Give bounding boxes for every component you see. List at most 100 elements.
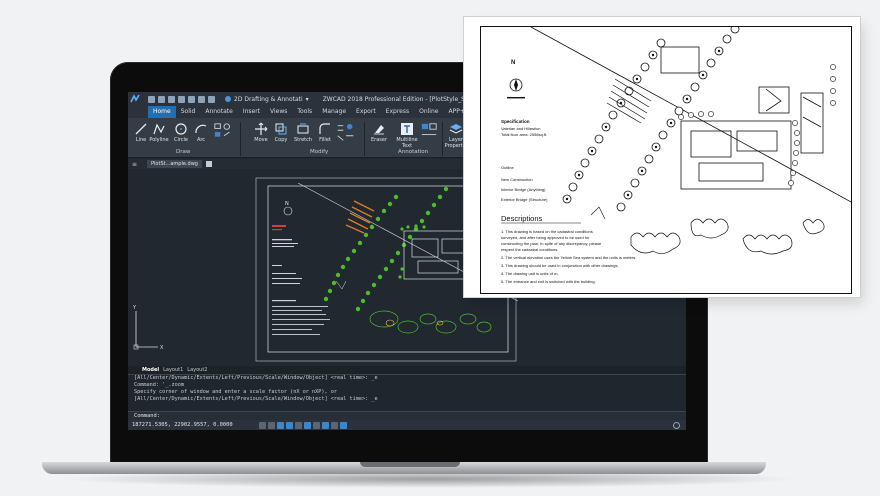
printed-drawing-sheet: N Specification Valerian and Hillestion … bbox=[463, 16, 861, 298]
eraser-button[interactable]: Eraser bbox=[370, 122, 388, 143]
command-history-line: [All/Center/Dynamic/Extents/Left/Previou… bbox=[134, 375, 378, 381]
tab-solid[interactable]: Solid bbox=[176, 106, 201, 118]
panel-divider bbox=[240, 122, 241, 156]
spec-line: Total floor area: 2558sq.ft. bbox=[501, 132, 548, 137]
tab-online[interactable]: Online bbox=[414, 106, 443, 118]
arc-icon bbox=[195, 124, 207, 134]
tab-layout2[interactable]: Layout2 bbox=[187, 367, 207, 373]
move-label: Move bbox=[254, 137, 268, 143]
layout-tab-bar: Model Layout1 Layout2 bbox=[128, 366, 686, 374]
line-label: Line bbox=[135, 137, 147, 143]
tab-home[interactable]: Home bbox=[148, 106, 176, 118]
grid-toggle-icon[interactable] bbox=[258, 421, 266, 429]
command-history-line: Command: '_.zoom bbox=[134, 382, 184, 388]
document-tab[interactable]: PlotSt...ample.dwg bbox=[147, 160, 202, 168]
status-bar: 187271.5305, 22902.9557, 0.0000 bbox=[128, 420, 686, 430]
stretch-button[interactable]: Stretch bbox=[294, 122, 312, 143]
window-title: ZWCAD 2018 Professional Edition - [PlotS… bbox=[322, 95, 480, 103]
spec-title: Specification bbox=[501, 119, 530, 124]
settings-icon[interactable] bbox=[673, 421, 680, 429]
polyline-button[interactable]: Polyline bbox=[149, 122, 169, 143]
polyline-icon bbox=[153, 123, 165, 135]
description-item: 2. The vertical elevation uses the Yello… bbox=[501, 255, 637, 260]
laptop-hinge-notch bbox=[360, 462, 460, 467]
text-icon bbox=[401, 123, 413, 135]
save-icon[interactable] bbox=[168, 95, 175, 103]
legend-new-construction: New Construction bbox=[501, 177, 533, 182]
description-item: 3. This drawing should be used in conjun… bbox=[501, 263, 619, 268]
dimension-icon bbox=[421, 123, 437, 136]
descriptions-heading: Descriptions bbox=[501, 214, 543, 223]
drawing-border: N Specification Valerian and Hillestion … bbox=[480, 26, 852, 294]
chevron-down-icon: ▾ bbox=[305, 95, 309, 103]
zwcad-logo-icon[interactable] bbox=[128, 92, 142, 106]
layers-icon bbox=[449, 124, 463, 134]
draw-panel-label: Draw bbox=[176, 149, 191, 155]
tab-export[interactable]: Export bbox=[351, 106, 381, 118]
dynamic-input-toggle-icon[interactable] bbox=[321, 421, 329, 429]
osnap-toggle-icon[interactable] bbox=[294, 421, 302, 429]
tab-manage[interactable]: Manage bbox=[317, 106, 351, 118]
tab-express[interactable]: Express bbox=[381, 106, 414, 118]
modify-tools-grid[interactable] bbox=[334, 122, 358, 144]
arc-button[interactable]: Arc bbox=[192, 122, 210, 143]
drafting-toggles bbox=[258, 421, 347, 429]
new-tab-icon[interactable] bbox=[205, 161, 212, 167]
fillet-label: Fillet bbox=[319, 137, 331, 143]
description-item: constructing the plan. In spite of any d… bbox=[501, 241, 602, 246]
multiline-text-button[interactable]: Multiline Text bbox=[396, 122, 418, 149]
tab-views[interactable]: Views bbox=[265, 106, 292, 118]
gear-icon bbox=[225, 96, 231, 102]
command-input[interactable]: Command: bbox=[128, 411, 686, 420]
annotation-tools-grid[interactable] bbox=[418, 122, 440, 140]
command-history-line: Specify corner of window and enter a sca… bbox=[134, 389, 338, 395]
quick-access-toolbar bbox=[148, 95, 215, 103]
draw-tools-grid[interactable] bbox=[212, 122, 236, 144]
copy-label: Copy bbox=[274, 137, 288, 143]
stretch-icon bbox=[297, 123, 309, 134]
annotation-panel-label: Annotation bbox=[398, 149, 429, 155]
modify-tools-icon bbox=[337, 123, 354, 141]
north-label: N bbox=[511, 60, 516, 66]
description-item: 5. The entrance and exit is switched wit… bbox=[501, 279, 596, 284]
legend-exterior-bridge: Exterior Bridge (Structure) bbox=[501, 197, 548, 202]
shape-tools-icon bbox=[214, 123, 230, 137]
save-as-icon[interactable] bbox=[178, 95, 185, 103]
menu-icon[interactable]: ≡ bbox=[132, 161, 137, 168]
description-item: 4. The drawing unit is units of m. bbox=[501, 271, 559, 276]
circle-label: Circle bbox=[173, 137, 189, 143]
otrack-toggle-icon[interactable] bbox=[303, 421, 311, 429]
workspace-select[interactable]: 2D Drafting & Annotati ▾ bbox=[225, 96, 309, 103]
line-button[interactable]: Line bbox=[132, 122, 150, 143]
circle-button[interactable]: Circle bbox=[172, 122, 190, 143]
tab-layout1[interactable]: Layout1 bbox=[163, 367, 183, 373]
arc-label: Arc bbox=[196, 137, 206, 143]
selection-toggle-icon[interactable] bbox=[330, 421, 338, 429]
annotation-scale-icon[interactable] bbox=[339, 421, 347, 429]
undo-icon[interactable] bbox=[198, 95, 205, 103]
move-button[interactable]: Move bbox=[252, 122, 270, 143]
tab-tools[interactable]: Tools bbox=[292, 106, 317, 118]
redo-icon[interactable] bbox=[208, 95, 215, 103]
print-icon[interactable] bbox=[188, 95, 195, 103]
panel-divider bbox=[442, 122, 443, 156]
tab-annotate[interactable]: Annotate bbox=[200, 106, 237, 118]
copy-button[interactable]: Copy bbox=[272, 122, 290, 143]
snap-toggle-icon[interactable] bbox=[267, 421, 275, 429]
move-icon bbox=[255, 122, 268, 135]
svg-text:X: X bbox=[160, 345, 164, 351]
circle-icon bbox=[175, 123, 187, 135]
tab-model[interactable]: Model bbox=[142, 367, 159, 373]
ortho-toggle-icon[interactable] bbox=[276, 421, 284, 429]
open-file-icon[interactable] bbox=[158, 95, 165, 103]
description-item: respect the cadastral conditions. bbox=[501, 247, 559, 252]
polar-toggle-icon[interactable] bbox=[285, 421, 293, 429]
new-file-icon[interactable] bbox=[148, 95, 155, 103]
tab-insert[interactable]: Insert bbox=[238, 106, 265, 118]
fillet-button[interactable]: Fillet bbox=[316, 122, 334, 143]
description-item: 1. This drawing is based on the cadastra… bbox=[501, 229, 593, 234]
site-plan-drawing bbox=[501, 27, 851, 255]
command-history-line: [All/Center/Dynamic/Extents/Left/Previou… bbox=[134, 396, 378, 402]
lineweight-toggle-icon[interactable] bbox=[312, 421, 320, 429]
fillet-icon bbox=[319, 123, 330, 134]
